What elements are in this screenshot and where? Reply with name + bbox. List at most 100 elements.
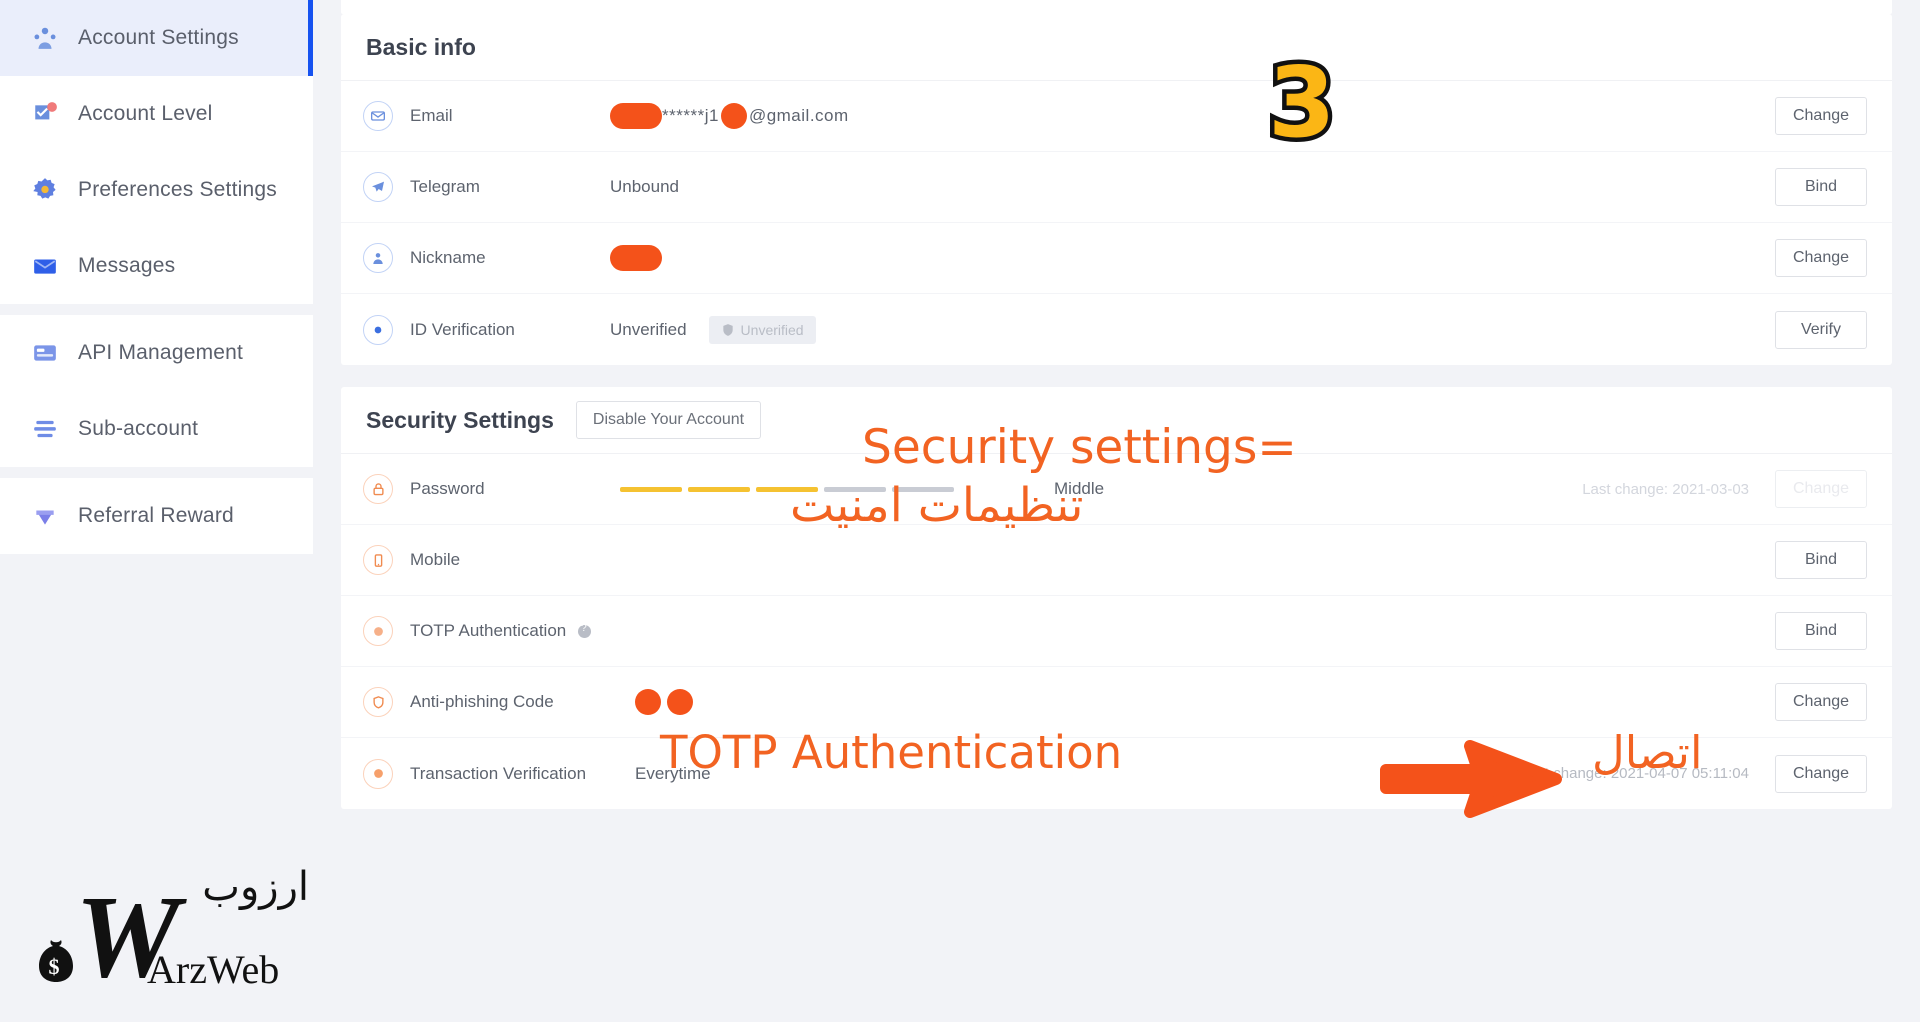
redaction-blob	[635, 689, 661, 715]
security-settings-header: Security Settings Disable Your Account	[341, 387, 1892, 454]
page-title: Basic info	[366, 33, 476, 60]
change-transaction-verification-button[interactable]: Change	[1775, 754, 1867, 793]
table-row: Telegram Unbound Bind	[341, 152, 1892, 223]
sidebar-item-label: Preferences Settings	[78, 178, 277, 201]
redaction-blob	[720, 103, 747, 129]
security-settings-title: Security Settings	[366, 406, 554, 433]
row-label-telegram: Telegram	[410, 177, 480, 196]
shield-circle-icon	[363, 687, 393, 717]
disable-account-button[interactable]: Disable Your Account	[575, 401, 762, 439]
sidebar-item-api-management[interactable]: API Management	[0, 315, 313, 391]
person-circle-icon	[363, 243, 393, 273]
password-strength-label: Middle	[1054, 479, 1105, 498]
sidebar-item-sub-account[interactable]: Sub-account	[0, 391, 313, 467]
row-value-nickname	[610, 245, 1775, 271]
strength-segment	[824, 486, 886, 492]
sidebar-item-label: Sub-account	[78, 417, 199, 440]
strength-segment	[756, 486, 818, 492]
table-row: Transaction Verification Everytime Last …	[341, 738, 1892, 809]
sidebar-item-preferences-settings[interactable]: Preferences Settings	[0, 152, 313, 228]
row-label-text: TOTP Authentication	[410, 621, 567, 640]
card-icon	[30, 338, 60, 368]
bind-telegram-button[interactable]: Bind	[1775, 168, 1867, 206]
mail-circle-icon	[363, 101, 393, 131]
envelope-icon	[30, 251, 60, 281]
sidebar-item-label: API Management	[78, 341, 244, 364]
sidebar-item-referral-reward[interactable]: Referral Reward	[0, 478, 313, 554]
change-password-button[interactable]: Change	[1775, 470, 1867, 508]
transaction-verification-last-change: Last change: 2021-04-07 05:11:04	[1520, 765, 1749, 782]
lock-circle-icon	[363, 474, 393, 504]
row-label-transaction-verification: Transaction Verification	[410, 763, 587, 783]
gear-icon	[30, 175, 60, 205]
table-row: ID Verification Unverified Unverified Ve…	[341, 294, 1892, 365]
sidebar-group-api: API Management Sub-account	[0, 315, 313, 467]
strength-segment	[892, 486, 954, 492]
sidebar-item-label: Account Settings	[78, 26, 239, 49]
sidebar-group-account: Account Settings Account Level Preferenc…	[0, 0, 313, 304]
sidebar-group-referral: Referral Reward	[0, 478, 313, 554]
row-label-id-verification: ID Verification	[410, 319, 515, 339]
row-value-transaction-verification: Everytime	[635, 763, 711, 783]
row-label-email: Email	[410, 106, 453, 125]
strength-segment	[620, 486, 682, 492]
row-value-password: Middle	[610, 479, 1582, 499]
table-row: Email ******j1 @gmail.com Change	[341, 81, 1892, 152]
table-row: Nickname Change	[341, 223, 1892, 294]
sidebar-item-label: Messages	[78, 254, 176, 277]
change-nickname-button[interactable]: Change	[1775, 239, 1867, 277]
row-value-anti-phishing	[635, 689, 1749, 715]
password-strength-meter	[620, 486, 954, 492]
row-label-password: Password	[410, 479, 485, 498]
row-label-anti-phishing-code: Anti-phishing Code	[410, 692, 554, 711]
email-domain-text: @gmail.com	[748, 106, 849, 125]
status-badge-label: Unverified	[740, 321, 804, 338]
phone-circle-icon	[363, 545, 393, 575]
gift-icon	[30, 501, 60, 531]
sidebar-item-messages[interactable]: Messages	[0, 228, 313, 304]
redaction-blob	[667, 689, 693, 715]
row-label-mobile: Mobile	[410, 550, 461, 569]
security-settings-panel: Security Settings Disable Your Account P…	[341, 387, 1892, 809]
help-icon[interactable]	[577, 623, 591, 638]
verify-id-button[interactable]: Verify	[1775, 310, 1867, 349]
table-row: Password Middle Last change: 2021-03-03 …	[341, 454, 1892, 525]
sidebar-item-label: Account Level	[78, 102, 213, 125]
dot-circle-icon	[363, 758, 393, 789]
badge-check-icon	[30, 99, 60, 129]
basic-info-panel: Basic info Email ******j1 @gmail.com Cha…	[341, 14, 1892, 365]
dot-circle-icon	[363, 616, 393, 646]
status-badge: Unverified	[708, 315, 816, 344]
id-verification-status: Unverified	[610, 319, 687, 339]
table-row: Anti-phishing Code Change	[341, 667, 1892, 738]
sidebar-item-account-level[interactable]: Account Level	[0, 76, 313, 152]
bind-mobile-button[interactable]: Bind	[1775, 541, 1867, 579]
telegram-circle-icon	[363, 172, 393, 202]
table-row: Mobile Bind	[341, 525, 1892, 596]
sidebar: Account Settings Account Level Preferenc…	[0, 0, 313, 1022]
redaction-blob	[610, 245, 662, 271]
shield-icon	[721, 323, 735, 337]
row-label-nickname: Nickname	[410, 248, 486, 267]
basic-info-header: Basic info	[341, 14, 1892, 81]
change-email-button[interactable]: Change	[1775, 97, 1867, 135]
redaction-blob	[610, 103, 662, 129]
target-circle-icon	[363, 314, 393, 345]
row-value-id-verification: Unverified Unverified	[610, 315, 1775, 344]
row-label-totp-authentication: TOTP Authentication	[410, 621, 635, 641]
email-masked-text: ******j1	[662, 106, 719, 125]
row-value-email: ******j1 @gmail.com	[610, 103, 1775, 129]
strength-segment	[688, 486, 750, 492]
user-group-icon	[30, 23, 60, 53]
main-content: Basic info Email ******j1 @gmail.com Cha…	[313, 0, 1920, 1022]
account-settings-screen: Account Settings Account Level Preferenc…	[0, 0, 1920, 1022]
panel-top-strip	[341, 0, 1892, 14]
password-last-change: Last change: 2021-03-03	[1582, 480, 1749, 498]
row-value-telegram: Unbound	[610, 177, 680, 196]
table-row: TOTP Authentication Bind	[341, 596, 1892, 667]
sidebar-item-account-settings[interactable]: Account Settings	[0, 0, 313, 76]
sidebar-item-label: Referral Reward	[78, 504, 234, 527]
change-anti-phishing-button[interactable]: Change	[1775, 683, 1867, 721]
layers-icon	[30, 414, 60, 444]
bind-totp-button[interactable]: Bind	[1775, 612, 1867, 650]
